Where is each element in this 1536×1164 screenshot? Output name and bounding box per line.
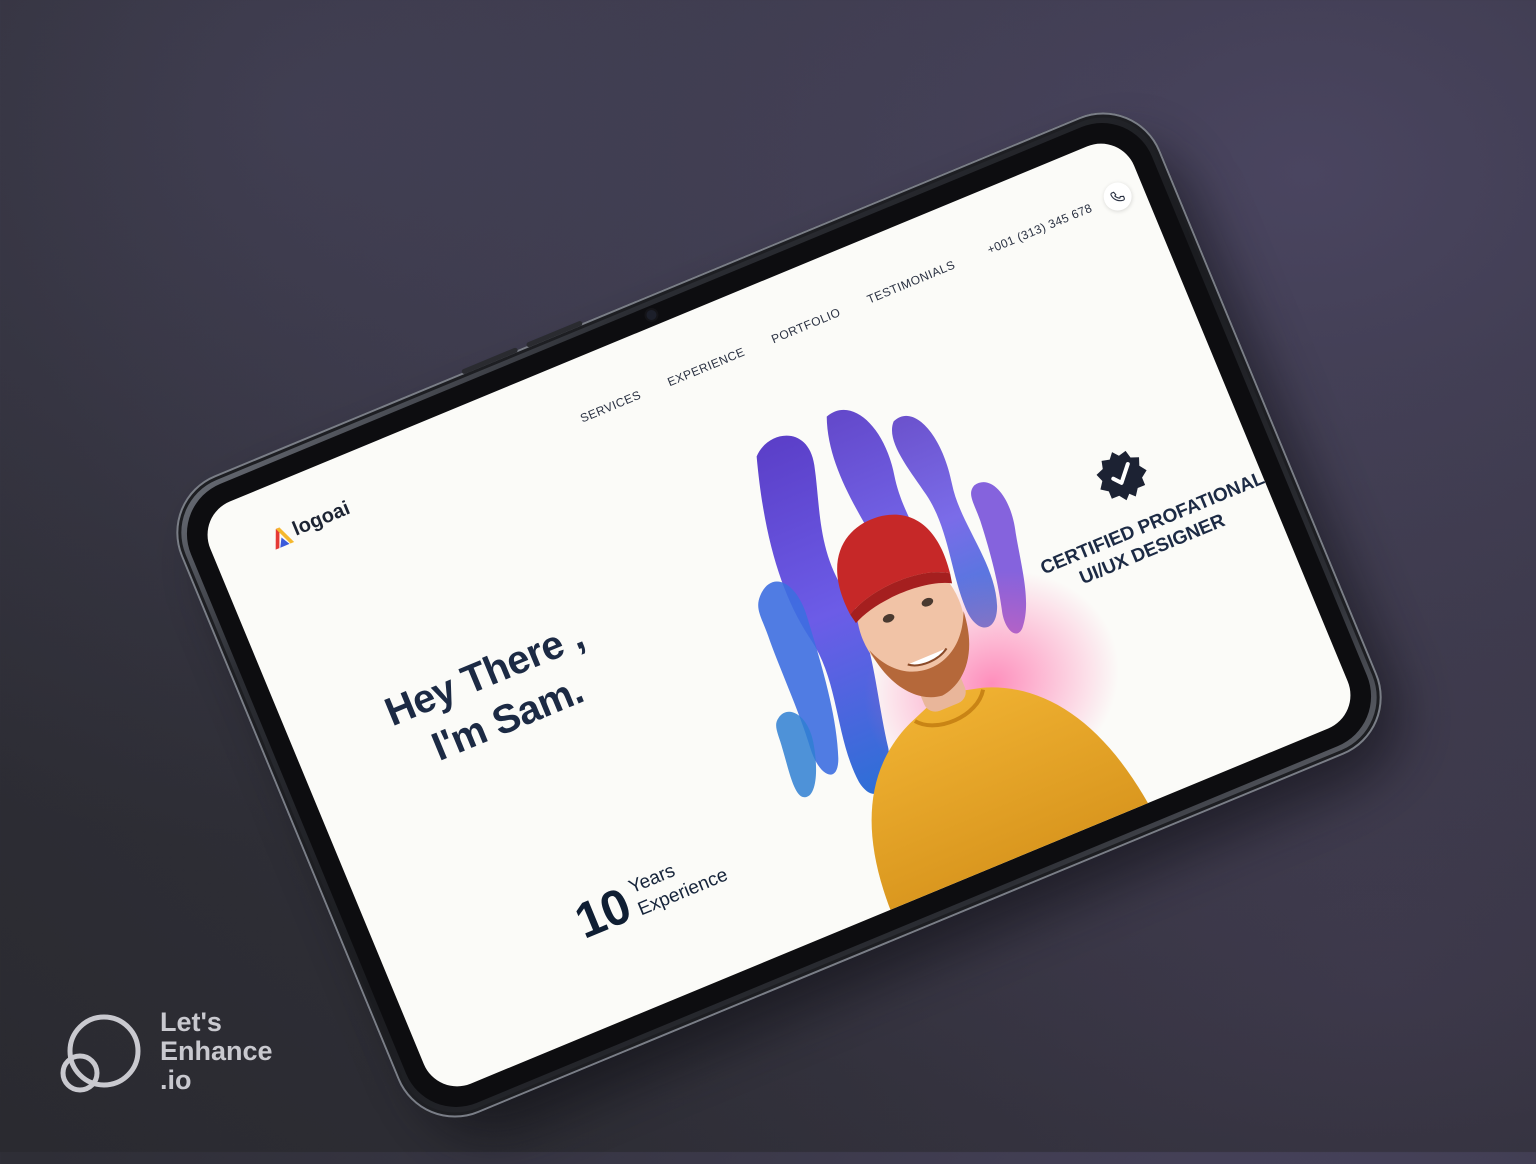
verified-badge-icon xyxy=(1096,450,1147,501)
experience-stat: 10 Years Experience xyxy=(567,837,734,951)
phone-icon xyxy=(1110,191,1125,202)
nav-services[interactable]: SERVICES xyxy=(578,388,643,426)
nav-experience[interactable]: EXPERIENCE xyxy=(665,345,746,389)
experience-label: Years Experience xyxy=(625,841,731,922)
phone-number[interactable]: +001 (313) 345 678 xyxy=(985,201,1094,257)
watermark-text: Let's Enhance .io xyxy=(160,1008,273,1095)
hero-heading: Hey There , I'm Sam. xyxy=(378,611,610,784)
watermark-line-1: Let's xyxy=(160,1007,222,1037)
watermark: Let's Enhance .io xyxy=(58,1008,273,1095)
experience-number: 10 xyxy=(567,877,638,950)
lets-enhance-logo-icon xyxy=(60,1014,141,1092)
watermark-line-3: .io xyxy=(160,1065,192,1095)
logo-text: logoai xyxy=(289,497,354,541)
nav-portfolio[interactable]: PORTFOLIO xyxy=(769,305,842,346)
phone-button[interactable] xyxy=(1099,178,1136,215)
site-logo[interactable]: logoai xyxy=(265,497,353,551)
watermark-line-2: Enhance xyxy=(160,1036,273,1066)
nav-testimonials[interactable]: TESTIMONIALS xyxy=(865,258,957,307)
